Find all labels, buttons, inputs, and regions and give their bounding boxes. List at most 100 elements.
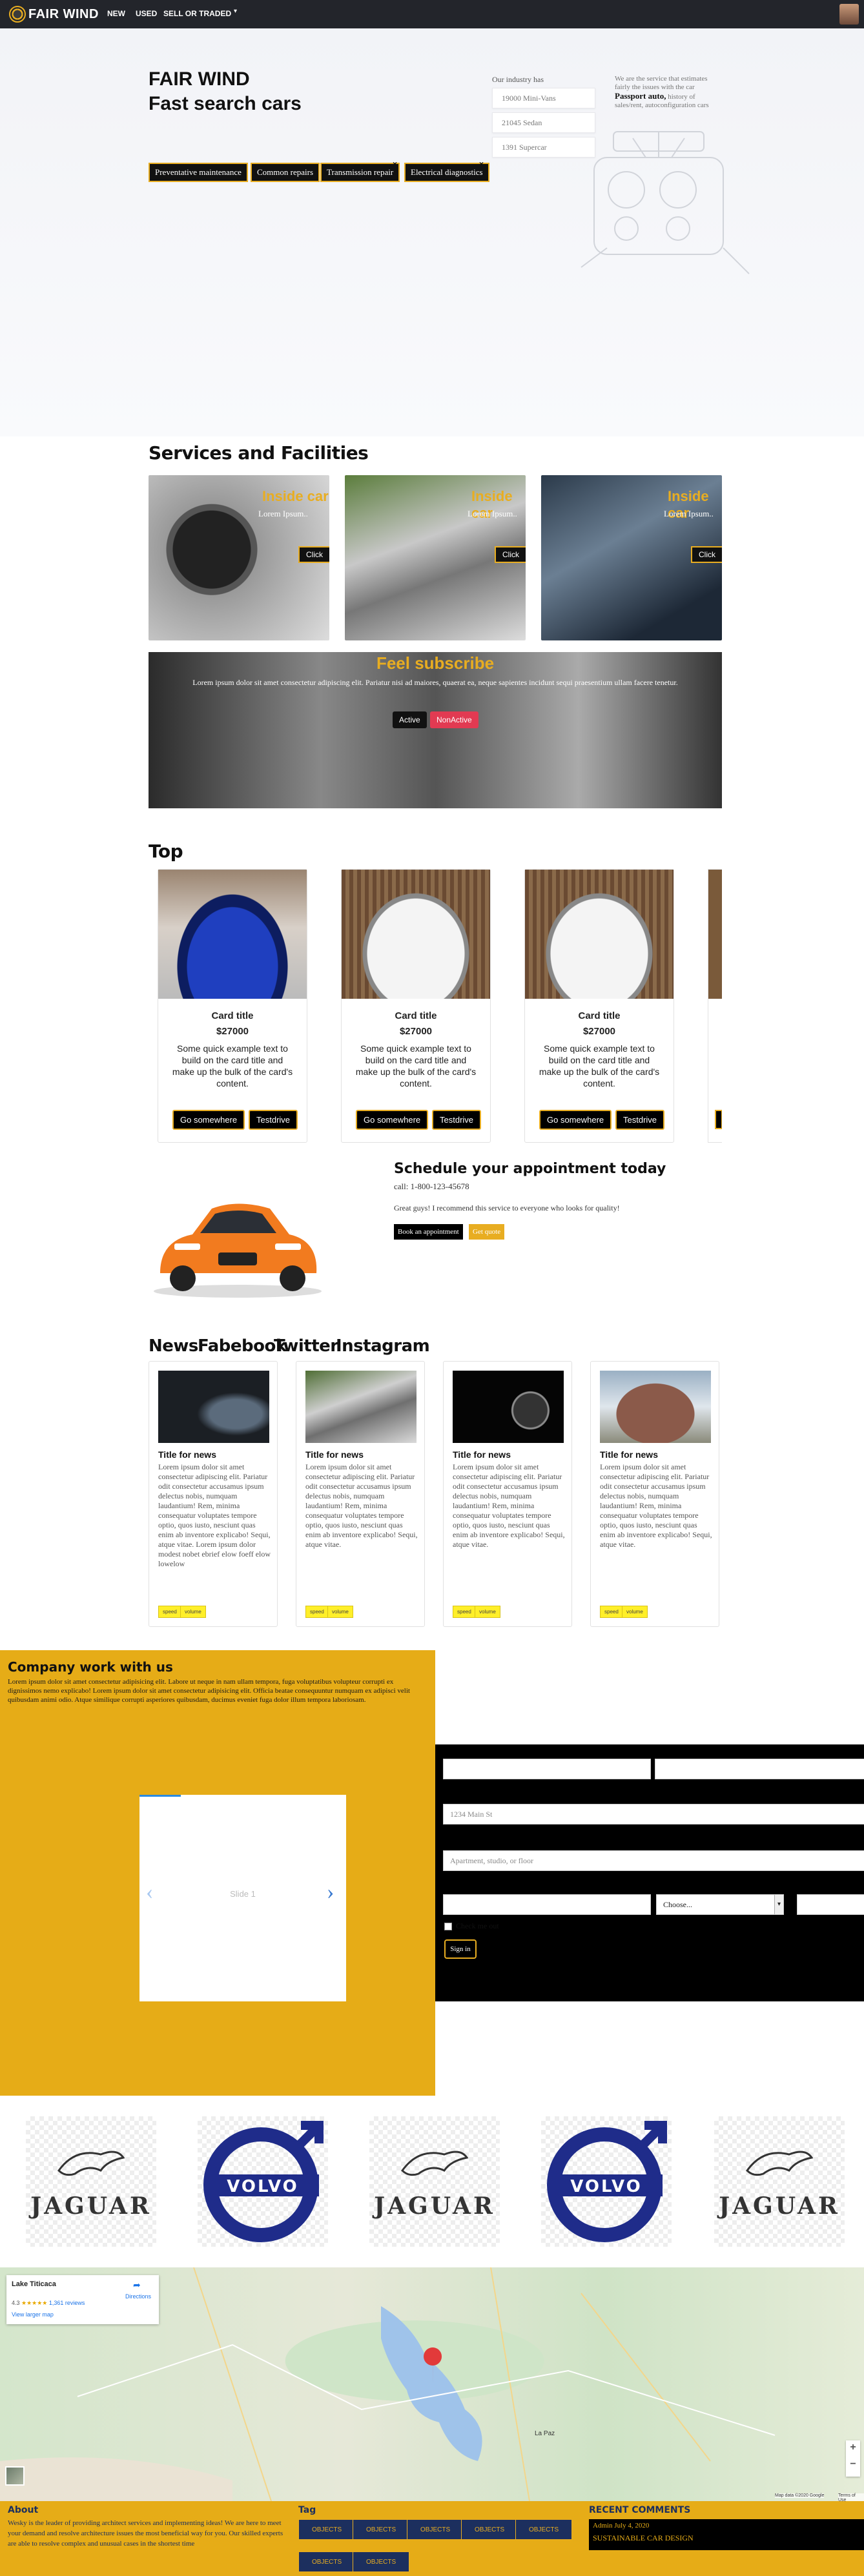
hero-desc-top: We are the service that estimates fairly… [615,75,708,91]
nonactive-button[interactable]: NonActive [430,711,478,728]
map-embed[interactable]: Lake Titicaca 4.3 ★★★★★ 1,361 reviews Vi… [0,2267,864,2502]
hero-title: FAIR WIND [149,68,250,90]
map-reviews-link[interactable]: 1,361 reviews [49,2300,85,2306]
chevron-right-icon[interactable]: › [327,1880,334,1905]
pill-preventative[interactable]: Preventative maintenance [149,163,248,182]
zoom-out-button[interactable]: − [846,2458,860,2470]
pill-transmission[interactable]: Transmission repair [320,163,400,182]
slider-indicator[interactable] [139,1795,181,1797]
card-text: Some quick example text to build on the … [355,1043,477,1089]
tab-facebook[interactable]: Fabebook [198,1336,287,1356]
news-tag[interactable]: volume [622,1606,648,1618]
sign-in-button[interactable]: Sign in [444,1939,477,1959]
news-body: Lorem ipsum dolor sit amet consectetur a… [453,1462,565,1549]
navbar: FAIR WIND NEW USED SELL OR TRADED ▾ [0,0,864,28]
chevron-down-icon[interactable]: ▾ [774,1895,783,1914]
card-button-partial[interactable] [715,1110,722,1129]
service-card-1[interactable]: Inside car Lorem Ipsum.. Click [149,475,329,640]
card-title: Card title [578,1010,621,1021]
chevron-left-icon[interactable]: ‹ [146,1880,153,1905]
go-somewhere-button[interactable]: Go somewhere [539,1110,612,1130]
active-button[interactable]: Active [393,711,427,728]
pill-electrical[interactable]: Electrical diagnostics [404,163,489,182]
footer-tag-button[interactable]: OBJECTS [353,2551,410,2572]
footer-about-text: Wesky is the leader of providing archite… [8,2519,283,2548]
news-tag[interactable]: volume [327,1606,353,1618]
nav-link-used[interactable]: USED [136,9,157,18]
go-somewhere-button[interactable]: Go somewhere [356,1110,429,1130]
brand-logo-text: JAGUAR [30,2193,152,2220]
footer-about-title: About [8,2505,39,2515]
service-card-2[interactable]: Inside car Lorem Ipsum.. Click [345,475,526,640]
satellite-toggle[interactable] [5,2466,25,2486]
footer-tag-button[interactable]: OBJECTS [407,2519,464,2540]
nav-link-sell[interactable]: SELL OR TRADED [163,9,231,18]
password-field[interactable] [655,1759,864,1779]
news-tag[interactable]: speed [158,1606,181,1618]
testdrive-button[interactable]: Testdrive [615,1110,665,1130]
footer-tag-button[interactable]: OBJECTS [298,2551,356,2572]
directions-link[interactable]: Directions [125,2293,151,2300]
footer-tag-button[interactable]: OBJECTS [298,2519,356,2540]
tab-instagram[interactable]: Instagram [336,1336,430,1356]
news-image [453,1371,564,1443]
footer-tag-button[interactable]: OBJECTS [353,2519,410,2540]
banner-title: Feel subscribe [376,653,495,673]
zoom-in-button[interactable]: + [846,2442,860,2453]
zip-input[interactable] [797,1894,864,1915]
star-icon: ★★★★★ [21,2300,48,2306]
news-tag[interactable]: speed [305,1606,329,1618]
testdrive-button[interactable]: Testdrive [249,1110,298,1130]
click-button[interactable]: Click [298,546,329,563]
state-select[interactable]: Choose... ▾ [656,1894,784,1915]
brand-logo-jaguar: JAGUAR [26,2116,156,2247]
comment-text[interactable]: SUSTAINABLE CAR DESIGN [593,2533,694,2543]
news-tag[interactable]: volume [475,1606,500,1618]
check-me-out-checkbox[interactable] [444,1923,452,1930]
chevron-down-icon[interactable]: ▾ [234,8,237,15]
footer-tag-button[interactable]: OBJECTS [461,2519,519,2540]
go-somewhere-button[interactable]: Go somewhere [172,1110,245,1130]
services-heading: Services and Facilities [149,442,369,464]
book-appointment-button[interactable]: Book an appointment [394,1224,463,1240]
state-select-value: Choose... [663,1900,692,1909]
brand-name[interactable]: FAIR WIND [28,7,99,22]
tab-news[interactable]: News [149,1336,198,1356]
nav-link-new[interactable]: NEW [107,9,125,18]
slide-label: Slide 1 [230,1889,256,1899]
jaguar-icon [57,2151,125,2176]
directions-icon[interactable]: ➦ [133,2280,141,2291]
click-button[interactable]: Click [495,546,526,563]
hero-description: We are the service that estimates fairly… [615,75,725,110]
top-card-partial [708,869,722,1143]
industry-label: Our industry has [492,75,544,84]
logo-icon[interactable] [9,6,26,23]
email-field[interactable] [443,1759,651,1779]
recent-comment[interactable]: Admin July 4, 2020 SUSTAINABLE CAR DESIG… [589,2519,864,2550]
address-input[interactable]: 1234 Main St [443,1804,864,1825]
card-text: Some quick example text to build on the … [539,1043,660,1089]
map-rating: 4.3 ★★★★★ 1,361 reviews [12,2300,85,2307]
news-tag[interactable]: speed [453,1606,476,1618]
avatar[interactable] [839,4,859,25]
map-rating-value: 4.3 [12,2300,20,2306]
view-larger-map-link[interactable]: View larger map [12,2311,54,2318]
testdrive-button[interactable]: Testdrive [432,1110,482,1130]
footer-tag-button[interactable]: OBJECTS [515,2519,573,2540]
pill-common-repairs[interactable]: Common repairs [251,163,320,182]
city-input[interactable] [443,1894,651,1915]
news-tag[interactable]: volume [180,1606,206,1618]
address2-input[interactable]: Apartment, studio, or floor [443,1850,864,1871]
get-quote-button[interactable]: Get quote [469,1224,505,1240]
hero-section: FAIR WIND Fast search cars Our industry … [0,28,864,436]
service-card-3[interactable]: Inside car Lorem Ipsum.. Click [541,475,722,640]
close-icon[interactable]: × [479,159,484,169]
appointment-text: Great guys! I recommend this service to … [394,1203,620,1212]
close-icon[interactable]: × [393,159,397,169]
brand-logo-volvo: VOLVO [541,2116,672,2247]
appointment-title: Schedule your appointment today [394,1161,666,1177]
news-tag[interactable]: speed [600,1606,623,1618]
click-button[interactable]: Click [691,546,722,563]
tab-twitter[interactable]: Twitter [274,1336,338,1356]
jaguar-icon [746,2151,814,2176]
